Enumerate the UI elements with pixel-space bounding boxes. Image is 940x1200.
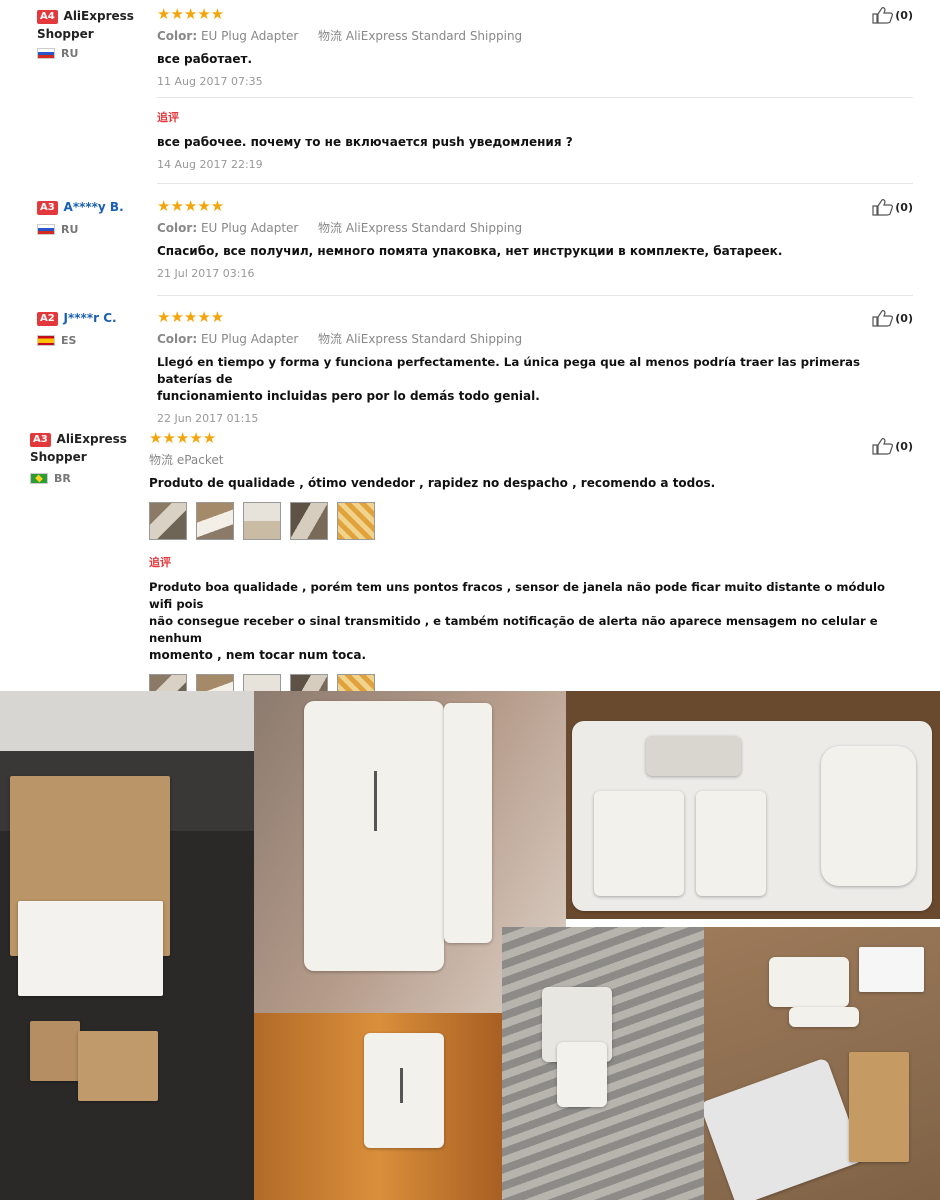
country-code: RU: [61, 47, 79, 60]
review-meta: Color: EU Plug Adapter 物流 AliExpress Sta…: [157, 27, 897, 44]
level-badge: A2: [37, 312, 58, 326]
followup-label: 追评: [149, 556, 171, 569]
followup: 追评 все рабочее. почему то не включается …: [157, 92, 897, 171]
review-text: Спасибо, все получил, немного помята упа…: [157, 244, 783, 258]
star-rating: ★★★★★: [157, 5, 225, 23]
star-rating: ★★★★★: [157, 197, 225, 215]
review-text: Produto de qualidade , ótimo vendedor , …: [149, 476, 716, 490]
helpful-button[interactable]: (0): [872, 309, 913, 327]
color-label: Color:: [157, 221, 198, 235]
reviewer-country: RU: [37, 47, 147, 60]
review-divider: [157, 183, 913, 184]
review-content: ★★★★★ Color: EU Plug Adapter 物流 AliExpre…: [157, 198, 897, 280]
helpful-count: (0): [895, 439, 913, 453]
color-label: Color:: [157, 29, 198, 43]
color-value: EU Plug Adapter: [200, 332, 299, 346]
brazil-flag-icon: [30, 473, 48, 484]
photo-thumbnail[interactable]: [196, 502, 234, 540]
shipping-label: 物流: [318, 221, 343, 235]
reviewer-name[interactable]: J****r C.: [64, 311, 117, 325]
product-photo-hub-plugged-in: [502, 927, 704, 1200]
product-photo-accessories: [704, 927, 940, 1200]
country-code: BR: [54, 472, 71, 485]
followup-text-line: Produto boa qualidade , porém tem uns po…: [149, 580, 885, 611]
reviewer-name[interactable]: A****y B.: [64, 200, 124, 214]
photo-thumbnail[interactable]: [337, 502, 375, 540]
helpful-button[interactable]: (0): [872, 198, 913, 216]
helpful-count: (0): [895, 8, 913, 22]
level-badge: A4: [37, 10, 58, 24]
review-date: 22 Jun 2017 01:15: [157, 412, 259, 425]
followup-text-line: não consegue receber o sinal transmitido…: [149, 614, 878, 645]
thumbs-up-icon: [872, 309, 894, 327]
reviewer-info: A3 AliExpress Shopper BR: [30, 430, 145, 485]
review-date: 11 Aug 2017 07:35: [157, 75, 263, 88]
helpful-count: (0): [895, 311, 913, 325]
reviewer-country: BR: [30, 472, 145, 485]
thumbs-up-icon: [872, 437, 894, 455]
shipping-value: AliExpress Standard Shipping: [345, 221, 523, 235]
photo-thumbnail[interactable]: [290, 502, 328, 540]
shipping-label: 物流: [318, 332, 343, 346]
followup-date: 14 Aug 2017 22:19: [157, 158, 263, 171]
color-value: EU Plug Adapter: [200, 221, 299, 235]
review-photos: [149, 502, 909, 540]
star-rating: ★★★★★: [157, 308, 225, 326]
review-divider: [157, 295, 913, 296]
review-text: Llegó en tiempo y forma y funciona perfe…: [157, 354, 897, 405]
helpful-button[interactable]: (0): [872, 437, 913, 455]
followup-label: 追评: [157, 111, 179, 124]
review-content: ★★★★★ Color: EU Plug Adapter 物流 AliExpre…: [157, 309, 897, 425]
followup-text-line: momento , nem tocar num toca.: [149, 648, 366, 662]
review-content: ★★★★★ Color: EU Plug Adapter 物流 AliExpre…: [157, 6, 897, 88]
review-meta: Color: EU Plug Adapter 物流 AliExpress Sta…: [157, 330, 897, 347]
level-badge: A3: [30, 433, 51, 447]
review-text-line: Llegó en tiempo y forma y funciona perfe…: [157, 355, 861, 386]
russia-flag-icon: [37, 48, 55, 59]
product-photo-sensor-on-door: [254, 1013, 502, 1200]
product-photo-kit-contents: [566, 691, 940, 919]
photo-thumbnail[interactable]: [243, 502, 281, 540]
shipping-label: 物流: [318, 29, 343, 43]
thumbs-up-icon: [872, 6, 894, 24]
photo-thumbnail[interactable]: [149, 502, 187, 540]
color-value: EU Plug Adapter: [200, 29, 299, 43]
followup-text: Produto boa qualidade , porém tem uns po…: [149, 579, 909, 664]
reviewer-info: A4 AliExpress Shopper RU: [37, 7, 147, 60]
country-code: ES: [61, 334, 77, 347]
review-content: ★★★★★ 物流 ePacket Produto de qualidade , …: [149, 430, 909, 712]
review-text-line: funcionamiento incluidas pero por lo dem…: [157, 389, 540, 403]
product-photo-box-on-chair: [0, 691, 254, 1200]
followup-text: все рабочее. почему то не включается pus…: [157, 135, 573, 149]
russia-flag-icon: [37, 224, 55, 235]
reviewer-country: ES: [37, 334, 147, 347]
reviewer-country: RU: [37, 223, 147, 236]
shipping-value: AliExpress Standard Shipping: [345, 29, 523, 43]
shipping-label: 物流: [149, 453, 174, 467]
shipping-value: ePacket: [176, 453, 224, 467]
spain-flag-icon: [37, 335, 55, 346]
reviewer-info: A2 J****r C. ES: [37, 309, 147, 347]
star-rating: ★★★★★: [149, 429, 217, 447]
country-code: RU: [61, 223, 79, 236]
review-date: 21 Jul 2017 03:16: [157, 267, 255, 280]
level-badge: A3: [37, 201, 58, 215]
shipping-value: AliExpress Standard Shipping: [345, 332, 523, 346]
color-label: Color:: [157, 332, 198, 346]
review-meta: 物流 ePacket: [149, 451, 909, 468]
review-text: все работает.: [157, 52, 253, 66]
thumbs-up-icon: [872, 198, 894, 216]
helpful-button[interactable]: (0): [872, 6, 913, 24]
reviewer-info: A3 A****y B. RU: [37, 198, 147, 236]
helpful-count: (0): [895, 200, 913, 214]
review-meta: Color: EU Plug Adapter 物流 AliExpress Sta…: [157, 219, 897, 236]
